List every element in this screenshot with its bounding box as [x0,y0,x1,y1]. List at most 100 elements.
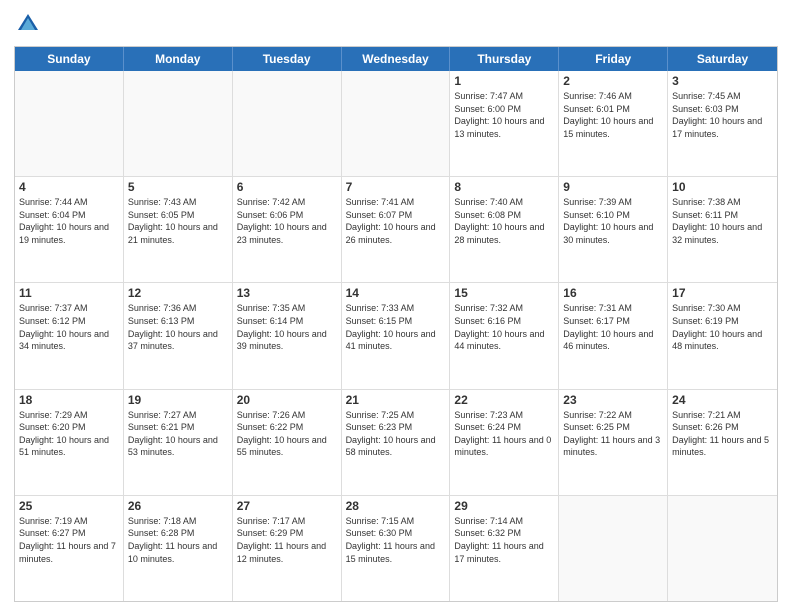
day-info: Sunrise: 7:15 AM Sunset: 6:30 PM Dayligh… [346,515,446,565]
day-cell-13: 13 Sunrise: 7:35 AM Sunset: 6:14 PM Dayli… [233,283,342,388]
day-info: Sunrise: 7:42 AM Sunset: 6:06 PM Dayligh… [237,196,337,246]
day-info: Sunrise: 7:29 AM Sunset: 6:20 PM Dayligh… [19,409,119,459]
day-cell-3: 3 Sunrise: 7:45 AM Sunset: 6:03 PM Daylig… [668,71,777,176]
logo [14,10,46,38]
day-info: Sunrise: 7:32 AM Sunset: 6:16 PM Dayligh… [454,302,554,352]
calendar-row-1: 4 Sunrise: 7:44 AM Sunset: 6:04 PM Daylig… [15,177,777,283]
day-number: 23 [563,393,663,407]
day-number: 10 [672,180,773,194]
day-number: 17 [672,286,773,300]
calendar-header-row: SundayMondayTuesdayWednesdayThursdayFrid… [15,47,777,71]
calendar: SundayMondayTuesdayWednesdayThursdayFrid… [14,46,778,602]
day-number: 2 [563,74,663,88]
day-info: Sunrise: 7:35 AM Sunset: 6:14 PM Dayligh… [237,302,337,352]
day-number: 8 [454,180,554,194]
day-number: 27 [237,499,337,513]
day-number: 14 [346,286,446,300]
day-number: 16 [563,286,663,300]
day-number: 15 [454,286,554,300]
day-number: 3 [672,74,773,88]
day-cell-27: 27 Sunrise: 7:17 AM Sunset: 6:29 PM Dayli… [233,496,342,601]
day-cell-25: 25 Sunrise: 7:19 AM Sunset: 6:27 PM Dayli… [15,496,124,601]
day-cell-7: 7Sunrise: 7:41 AM Sunset: 6:07 PM Daylig… [342,177,451,282]
day-cell-1: 1 Sunrise: 7:47 AM Sunset: 6:00 PM Daylig… [450,71,559,176]
calendar-row-0: 1 Sunrise: 7:47 AM Sunset: 6:00 PM Daylig… [15,71,777,177]
empty-cell-0-3 [342,71,451,176]
day-info: Sunrise: 7:21 AM Sunset: 6:26 PM Dayligh… [672,409,773,459]
empty-cell-0-0 [15,71,124,176]
day-cell-15: 15 Sunrise: 7:32 AM Sunset: 6:16 PM Dayli… [450,283,559,388]
calendar-body: 1 Sunrise: 7:47 AM Sunset: 6:00 PM Daylig… [15,71,777,601]
logo-icon [14,10,42,38]
day-cell-12: 12Sunrise: 7:36 AM Sunset: 6:13 PM Dayli… [124,283,233,388]
day-cell-5: 5 Sunrise: 7:43 AM Sunset: 6:05 PM Daylig… [124,177,233,282]
day-number: 20 [237,393,337,407]
day-cell-24: 24 Sunrise: 7:21 AM Sunset: 6:26 PM Dayli… [668,390,777,495]
day-cell-19: 19 Sunrise: 7:27 AM Sunset: 6:21 PM Dayli… [124,390,233,495]
day-number: 21 [346,393,446,407]
empty-cell-0-1 [124,71,233,176]
day-cell-29: 29 Sunrise: 7:14 AM Sunset: 6:32 PM Dayli… [450,496,559,601]
day-info: Sunrise: 7:22 AM Sunset: 6:25 PM Dayligh… [563,409,663,459]
day-number: 1 [454,74,554,88]
day-info: Sunrise: 7:41 AM Sunset: 6:07 PM Dayligh… [346,196,446,246]
empty-cell-0-2 [233,71,342,176]
day-info: Sunrise: 7:26 AM Sunset: 6:22 PM Dayligh… [237,409,337,459]
day-info: Sunrise: 7:37 AM Sunset: 6:12 PM Dayligh… [19,302,119,352]
day-number: 22 [454,393,554,407]
day-info: Sunrise: 7:23 AM Sunset: 6:24 PM Dayligh… [454,409,554,459]
day-cell-17: 17 Sunrise: 7:30 AM Sunset: 6:19 PM Dayli… [668,283,777,388]
day-number: 12 [128,286,228,300]
day-cell-28: 28 Sunrise: 7:15 AM Sunset: 6:30 PM Dayli… [342,496,451,601]
day-cell-14: 14 Sunrise: 7:33 AM Sunset: 6:15 PM Dayli… [342,283,451,388]
day-cell-6: 6 Sunrise: 7:42 AM Sunset: 6:06 PM Daylig… [233,177,342,282]
day-cell-2: 2 Sunrise: 7:46 AM Sunset: 6:01 PM Daylig… [559,71,668,176]
weekday-header-monday: Monday [124,47,233,71]
day-number: 28 [346,499,446,513]
day-cell-20: 20 Sunrise: 7:26 AM Sunset: 6:22 PM Dayli… [233,390,342,495]
day-cell-21: 21 Sunrise: 7:25 AM Sunset: 6:23 PM Dayli… [342,390,451,495]
day-info: Sunrise: 7:33 AM Sunset: 6:15 PM Dayligh… [346,302,446,352]
day-cell-23: 23 Sunrise: 7:22 AM Sunset: 6:25 PM Dayli… [559,390,668,495]
day-info: Sunrise: 7:27 AM Sunset: 6:21 PM Dayligh… [128,409,228,459]
day-number: 13 [237,286,337,300]
day-number: 24 [672,393,773,407]
calendar-row-3: 18 Sunrise: 7:29 AM Sunset: 6:20 PM Dayli… [15,390,777,496]
day-info: Sunrise: 7:17 AM Sunset: 6:29 PM Dayligh… [237,515,337,565]
day-number: 19 [128,393,228,407]
day-info: Sunrise: 7:25 AM Sunset: 6:23 PM Dayligh… [346,409,446,459]
weekday-header-thursday: Thursday [450,47,559,71]
day-info: Sunrise: 7:19 AM Sunset: 6:27 PM Dayligh… [19,515,119,565]
page: SundayMondayTuesdayWednesdayThursdayFrid… [0,0,792,612]
day-cell-16: 16 Sunrise: 7:31 AM Sunset: 6:17 PM Dayli… [559,283,668,388]
day-cell-4: 4 Sunrise: 7:44 AM Sunset: 6:04 PM Daylig… [15,177,124,282]
day-number: 9 [563,180,663,194]
weekday-header-wednesday: Wednesday [342,47,451,71]
day-info: Sunrise: 7:18 AM Sunset: 6:28 PM Dayligh… [128,515,228,565]
day-info: Sunrise: 7:44 AM Sunset: 6:04 PM Dayligh… [19,196,119,246]
day-number: 25 [19,499,119,513]
day-cell-18: 18 Sunrise: 7:29 AM Sunset: 6:20 PM Dayli… [15,390,124,495]
day-info: Sunrise: 7:38 AM Sunset: 6:11 PM Dayligh… [672,196,773,246]
weekday-header-sunday: Sunday [15,47,124,71]
day-info: Sunrise: 7:31 AM Sunset: 6:17 PM Dayligh… [563,302,663,352]
day-info: Sunrise: 7:39 AM Sunset: 6:10 PM Dayligh… [563,196,663,246]
day-info: Sunrise: 7:30 AM Sunset: 6:19 PM Dayligh… [672,302,773,352]
day-info: Sunrise: 7:46 AM Sunset: 6:01 PM Dayligh… [563,90,663,140]
day-number: 18 [19,393,119,407]
weekday-header-friday: Friday [559,47,668,71]
day-number: 5 [128,180,228,194]
day-info: Sunrise: 7:45 AM Sunset: 6:03 PM Dayligh… [672,90,773,140]
day-cell-9: 9 Sunrise: 7:39 AM Sunset: 6:10 PM Daylig… [559,177,668,282]
header [14,10,778,38]
day-info: Sunrise: 7:47 AM Sunset: 6:00 PM Dayligh… [454,90,554,140]
day-info: Sunrise: 7:43 AM Sunset: 6:05 PM Dayligh… [128,196,228,246]
calendar-row-4: 25 Sunrise: 7:19 AM Sunset: 6:27 PM Dayli… [15,496,777,601]
day-number: 26 [128,499,228,513]
day-number: 29 [454,499,554,513]
weekday-header-tuesday: Tuesday [233,47,342,71]
day-number: 4 [19,180,119,194]
day-cell-11: 11Sunrise: 7:37 AM Sunset: 6:12 PM Dayli… [15,283,124,388]
day-number: 6 [237,180,337,194]
day-info: Sunrise: 7:14 AM Sunset: 6:32 PM Dayligh… [454,515,554,565]
